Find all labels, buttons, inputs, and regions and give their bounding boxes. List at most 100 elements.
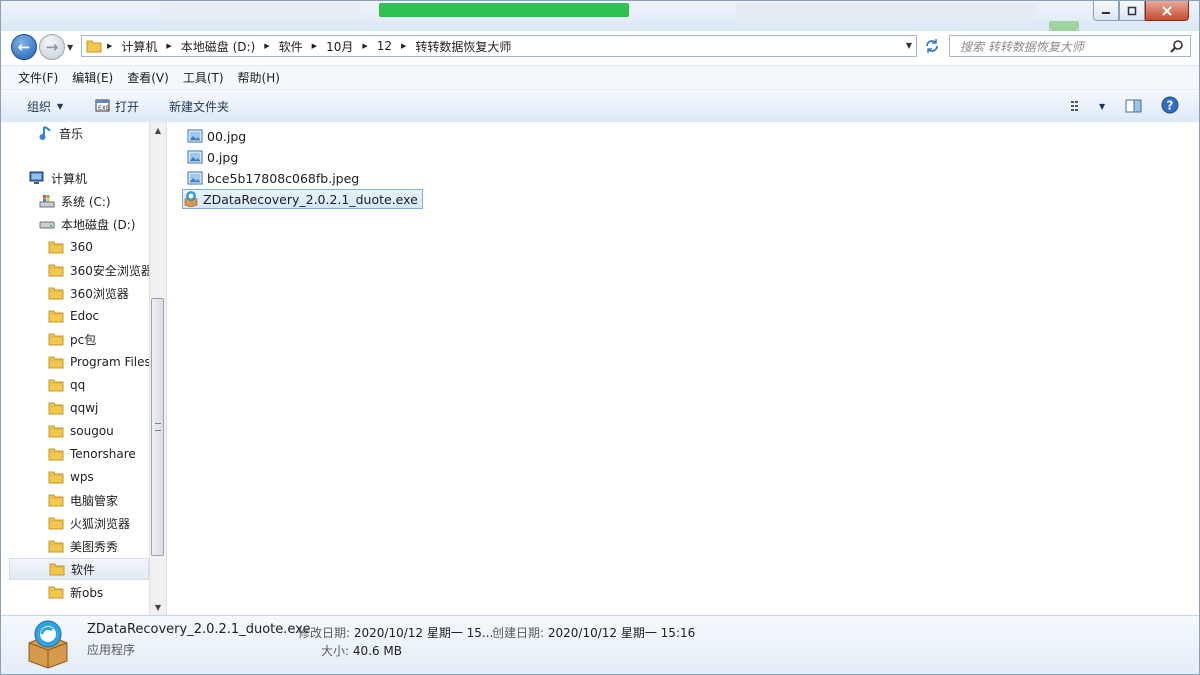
help-button[interactable]: ? — [1161, 96, 1179, 114]
close-icon — [1162, 5, 1172, 16]
file-item[interactable]: ZDataRecovery_2.0.2.1_duote.exe — [182, 189, 423, 209]
folder-icon — [49, 563, 65, 576]
tree-label: 系统 (C:) — [61, 194, 111, 209]
folder-icon — [48, 333, 64, 346]
tree-label: 音乐 — [59, 126, 84, 141]
file-list-pane[interactable]: 00.jpg 0.jpg bce5b17808c068fb.jpeg ZDataRec… — [167, 122, 1199, 615]
details-size: 大小: 40.6 MB — [321, 642, 402, 659]
preview-pane-button[interactable] — [1125, 97, 1143, 115]
menu-file[interactable]: 文件(F) — [12, 67, 64, 89]
tree-item-folder[interactable]: 软件 — [9, 558, 149, 580]
folder-icon — [86, 40, 102, 53]
breadcrumb-separator[interactable]: ▶ — [259, 42, 274, 50]
menu-view[interactable]: 查看(V) — [121, 67, 175, 89]
open-button[interactable]: EXE 打开 — [95, 97, 139, 115]
minimize-icon — [1102, 11, 1110, 14]
breadcrumb-separator[interactable]: ▶ — [161, 42, 176, 50]
search-icon[interactable] — [1170, 39, 1184, 53]
tree-label: pc包 — [70, 332, 97, 347]
tree-item-folder[interactable]: 电脑管家 — [48, 489, 118, 511]
blurred-title-area — [379, 3, 629, 17]
file-name: 00.jpg — [207, 128, 247, 144]
refresh-icon — [926, 39, 938, 53]
change-view-button[interactable]: ▼ — [1069, 97, 1105, 115]
search-input[interactable] — [958, 37, 1172, 57]
breadcrumb-separator[interactable]: ▶ — [102, 42, 117, 50]
tree-item-folder[interactable]: Edoc — [48, 305, 99, 327]
tree-item-drive-c[interactable]: 系统 (C:) — [39, 190, 111, 212]
file-item[interactable]: 00.jpg — [187, 126, 246, 146]
file-item[interactable]: bce5b17808c068fb.jpeg — [187, 168, 359, 188]
tree-item-drive-d[interactable]: 本地磁盘 (D:) — [39, 213, 135, 235]
menu-help[interactable]: 帮助(H) — [232, 67, 286, 89]
help-icon: ? — [1161, 96, 1179, 114]
tree-label: Program Files — [70, 355, 151, 369]
refresh-button[interactable] — [919, 35, 945, 57]
menu-tools[interactable]: 工具(T) — [177, 67, 230, 89]
breadcrumb-separator[interactable]: ▶ — [307, 42, 322, 50]
details-file-name: ZDataRecovery_2.0.2.1_duote.exe — [87, 622, 311, 637]
tree-item-computer[interactable]: 计算机 — [29, 167, 87, 189]
scroll-down-arrow[interactable]: ▼ — [150, 599, 166, 615]
new-folder-label: 新建文件夹 — [169, 99, 230, 114]
tree-item-folder[interactable]: 新obs — [48, 581, 103, 603]
tree-item-folder[interactable]: 360 — [48, 236, 93, 258]
forward-button[interactable]: → — [39, 34, 65, 60]
breadcrumb-october[interactable]: 10月 — [322, 36, 357, 56]
close-button[interactable] — [1145, 1, 1189, 21]
tree-item-folder[interactable]: wps — [48, 466, 94, 488]
tree-item-folder[interactable]: pc包 — [48, 328, 96, 350]
file-name: 0.jpg — [207, 149, 239, 165]
breadcrumb-12[interactable]: 12 — [373, 36, 396, 56]
tree-item-folder[interactable]: sougou — [48, 420, 114, 442]
tree-item-folder[interactable]: 美图秀秀 — [48, 535, 118, 557]
new-folder-button[interactable]: 新建文件夹 — [169, 97, 229, 115]
folder-icon — [48, 264, 64, 277]
image-file-icon — [187, 129, 203, 143]
tree-item-music[interactable]: 音乐 — [39, 122, 83, 144]
tree-item-folder[interactable]: qqwj — [48, 397, 98, 419]
tree-label: qq — [70, 378, 86, 392]
tree-item-folder[interactable]: qq — [48, 374, 85, 396]
back-button[interactable]: ← — [11, 34, 37, 60]
chevron-down-icon: ▼ — [57, 101, 64, 111]
blurred-title-area — [161, 3, 361, 17]
breadcrumb-current-folder[interactable]: 转转数据恢复大师 — [411, 36, 515, 56]
scroll-up-arrow[interactable]: ▲ — [150, 122, 166, 138]
maximize-button[interactable] — [1119, 1, 1145, 21]
tree-label: 360安全浏览器 — [70, 263, 153, 278]
minimize-button[interactable] — [1093, 1, 1119, 21]
breadcrumb-computer[interactable]: 计算机 — [117, 36, 161, 56]
tree-label: 本地磁盘 (D:) — [61, 217, 136, 232]
breadcrumb-drive-d[interactable]: 本地磁盘 (D:) — [177, 36, 259, 56]
address-dropdown-icon[interactable]: ▼ — [906, 41, 912, 50]
navigation-pane[interactable]: 音乐 计算机 系统 (C:) 本地磁盘 (D:) 360 360安全浏览器 360浏… — [1, 122, 167, 615]
recent-pages-dropdown[interactable]: ▼ — [67, 43, 73, 52]
image-file-icon — [187, 150, 203, 164]
tree-item-folder[interactable]: 360浏览器 — [48, 282, 129, 304]
maximize-icon — [1127, 6, 1137, 15]
breadcrumb-separator[interactable]: ▶ — [396, 42, 411, 50]
breadcrumb-separator[interactable]: ▶ — [357, 42, 372, 50]
organize-button[interactable]: 组织 ▼ — [27, 97, 63, 115]
search-box[interactable] — [949, 35, 1191, 57]
address-bar[interactable]: ▶ 计算机 ▶ 本地磁盘 (D:) ▶ 软件 ▶ 10月 ▶ 12 ▶ 转转数据… — [81, 35, 917, 57]
file-item[interactable]: 0.jpg — [187, 147, 238, 167]
modified-value: 2020/10/12 星期一 15... — [353, 626, 494, 640]
title-bar[interactable] — [1, 1, 1199, 31]
tree-label: 计算机 — [51, 171, 88, 186]
vertical-scrollbar[interactable]: ▲ ▼ — [149, 122, 166, 615]
tree-item-folder[interactable]: 360安全浏览器 — [48, 259, 153, 281]
tree-item-folder[interactable]: 火狐浏览器 — [48, 512, 130, 534]
preview-pane-icon — [1125, 99, 1142, 113]
tree-item-folder[interactable]: Tenorshare — [48, 443, 136, 465]
breadcrumb-software[interactable]: 软件 — [275, 36, 307, 56]
tree-label: 360 — [70, 240, 93, 254]
tree-item-folder[interactable]: Program Files — [48, 351, 151, 373]
file-name: bce5b17808c068fb.jpeg — [207, 170, 360, 186]
music-note-icon — [39, 126, 51, 140]
tree-label: 美图秀秀 — [70, 539, 119, 554]
file-name: ZDataRecovery_2.0.2.1_duote.exe — [203, 191, 418, 207]
menu-edit[interactable]: 编辑(E) — [66, 67, 119, 89]
scroll-thumb[interactable] — [151, 298, 164, 556]
